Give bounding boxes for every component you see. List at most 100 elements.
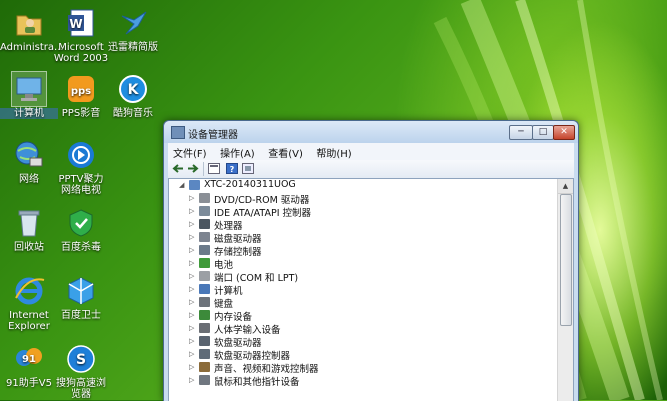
collapse-arrow-icon[interactable]: ◢: [179, 179, 188, 191]
expand-arrow-icon[interactable]: ▷: [189, 257, 198, 269]
baidu-guard-icon: [64, 274, 98, 308]
desktop-icon-kugou[interactable]: K 酷狗音乐: [104, 72, 162, 119]
desktop-icon-ie[interactable]: Internet Explorer: [0, 274, 58, 332]
svg-text:91: 91: [22, 354, 36, 365]
maximize-button[interactable]: □: [532, 125, 554, 140]
svg-text:pps: pps: [71, 86, 91, 97]
device-category-row[interactable]: ▷ 声音、视频和游戏控制器: [189, 361, 319, 375]
expand-arrow-icon[interactable]: ▷: [189, 348, 198, 360]
desktop-icon-sogou-browser[interactable]: S 搜狗高速浏览器: [52, 342, 110, 400]
toolbar-separator: [203, 162, 204, 176]
desktop-icon-label: 百度杀毒: [61, 242, 101, 253]
expand-arrow-icon[interactable]: ▷: [189, 244, 198, 256]
expand-arrow-icon[interactable]: ▷: [189, 296, 198, 308]
device-manager-icon: [171, 126, 185, 139]
menu-bar: 文件(F) 操作(A) 查看(V) 帮助(H): [168, 143, 574, 161]
device-category-row[interactable]: ▷ 鼠标和其他指针设备: [189, 374, 300, 388]
desktop-icon-label: 回收站: [14, 242, 44, 253]
device-category-label: 鼠标和其他指针设备: [214, 377, 300, 388]
desktop-icon-network[interactable]: 网络: [0, 138, 58, 185]
scrollbar-thumb[interactable]: [560, 194, 572, 326]
vertical-scrollbar[interactable]: ▲: [557, 179, 573, 401]
sound-icon: [199, 362, 210, 372]
dvd-drive-icon: [199, 193, 210, 203]
expand-arrow-icon[interactable]: ▷: [189, 374, 198, 386]
desktop-icon-label: 百度卫士: [61, 310, 101, 321]
device-category-row[interactable]: ▷ 内存设备: [189, 309, 252, 323]
properties-icon[interactable]: [208, 163, 220, 174]
network-icon: [12, 138, 46, 172]
expand-arrow-icon[interactable]: ▷: [189, 361, 198, 373]
battery-icon: [199, 258, 210, 268]
kugou-icon: K: [116, 72, 150, 106]
window-title: 设备管理器: [188, 130, 238, 141]
desktop-icon-label: 迅雷精简版: [108, 42, 158, 53]
device-category-row[interactable]: ▷ 计算机: [189, 283, 243, 297]
ie-icon: [12, 274, 46, 308]
word-icon: W: [64, 6, 98, 40]
device-category-row[interactable]: ▷ 人体学输入设备: [189, 322, 281, 336]
device-category-row[interactable]: ▷ IDE ATA/ATAPI 控制器: [189, 205, 311, 219]
desktop-icon-91-assistant[interactable]: 91 91助手V5: [0, 342, 58, 389]
expand-arrow-icon[interactable]: ▷: [189, 218, 198, 230]
device-category-row[interactable]: ▷ 软盘驱动器: [189, 335, 262, 349]
device-category-row[interactable]: ▷ 存储控制器: [189, 244, 262, 258]
expand-arrow-icon[interactable]: ▷: [189, 322, 198, 334]
desktop-icon-label: 酷狗音乐: [113, 108, 153, 119]
expand-arrow-icon[interactable]: ▷: [189, 335, 198, 347]
expand-arrow-icon[interactable]: ▷: [189, 270, 198, 282]
desktop-icon-pptv[interactable]: PPTV聚力 网络电视: [52, 138, 110, 196]
desktop-icon-pps[interactable]: pps PPS影音: [52, 72, 110, 119]
expand-arrow-icon[interactable]: ▷: [189, 231, 198, 243]
device-category-row[interactable]: ▷ 软盘驱动器控制器: [189, 348, 290, 362]
mouse-icon: [199, 375, 210, 385]
expand-arrow-icon[interactable]: ▷: [189, 309, 198, 321]
memory-icon: [199, 310, 210, 320]
device-category-row[interactable]: ▷ DVD/CD-ROM 驱动器: [189, 192, 309, 206]
scroll-up-arrow-icon[interactable]: ▲: [558, 179, 573, 194]
desktop-icon-recycle-bin[interactable]: 回收站: [0, 206, 58, 253]
close-button[interactable]: ✕: [553, 125, 575, 140]
tree-root[interactable]: ◢ XTC-20140311UOG: [179, 179, 296, 192]
desktop-icon-thunder[interactable]: 迅雷精简版: [104, 6, 162, 53]
svg-text:W: W: [69, 17, 82, 31]
desktop-icon-baidu-guard[interactable]: 百度卫士: [52, 274, 110, 321]
expand-arrow-icon[interactable]: ▷: [189, 192, 198, 204]
expand-arrow-icon[interactable]: ▷: [189, 283, 198, 295]
device-category-row[interactable]: ▷ 处理器: [189, 218, 243, 232]
desktop-icon-baidu-antivirus[interactable]: 百度杀毒: [52, 206, 110, 253]
desktop-icon-administrator[interactable]: Administra...: [0, 6, 64, 53]
computer-icon: [199, 284, 210, 294]
device-category-row[interactable]: ▷ 电池: [189, 257, 233, 271]
device-category-row[interactable]: ▷ 键盘: [189, 296, 233, 310]
disk-drive-icon: [199, 232, 210, 242]
floppy-controller-icon: [199, 349, 210, 359]
processor-icon: [199, 219, 210, 229]
hid-icon: [199, 323, 210, 333]
back-arrow-icon[interactable]: [172, 163, 184, 174]
minimize-button[interactable]: ─: [509, 125, 533, 140]
computer-icon: [11, 71, 47, 107]
user-folder-icon: [12, 6, 46, 40]
desktop-icon-label: PPS影音: [61, 108, 101, 119]
thunder-icon: [116, 6, 150, 40]
desktop-icon-computer[interactable]: 计算机: [0, 71, 58, 119]
ide-controller-icon: [199, 206, 210, 216]
keyboard-icon: [199, 297, 210, 307]
desktop-icon-label: 搜狗高速浏览器: [56, 378, 106, 400]
expand-arrow-icon[interactable]: ▷: [189, 205, 198, 217]
pptv-icon: [64, 138, 98, 172]
device-category-row[interactable]: ▷ 磁盘驱动器: [189, 231, 262, 245]
desktop-icon-label: Microsoft Word 2003: [53, 42, 109, 64]
computer-name: XTC-20140311UOG: [204, 179, 296, 190]
desktop-icon-word[interactable]: W Microsoft Word 2003: [52, 6, 110, 64]
device-category-row[interactable]: ▷ 端口 (COM 和 LPT): [189, 270, 298, 284]
forward-arrow-icon[interactable]: [187, 163, 199, 174]
title-bar[interactable]: 设备管理器 ─ □ ✕: [164, 121, 578, 143]
device-tree: ◢ XTC-20140311UOG ▷ DVD/CD-ROM 驱动器 ▷ IDE ATA…: [168, 178, 574, 401]
help-icon[interactable]: ?: [226, 163, 238, 174]
assistant-91-icon: 91: [12, 342, 46, 376]
show-hidden-icon[interactable]: [242, 163, 254, 174]
pps-icon: pps: [64, 72, 98, 106]
desktop-icon-label: Internet Explorer: [8, 310, 50, 332]
